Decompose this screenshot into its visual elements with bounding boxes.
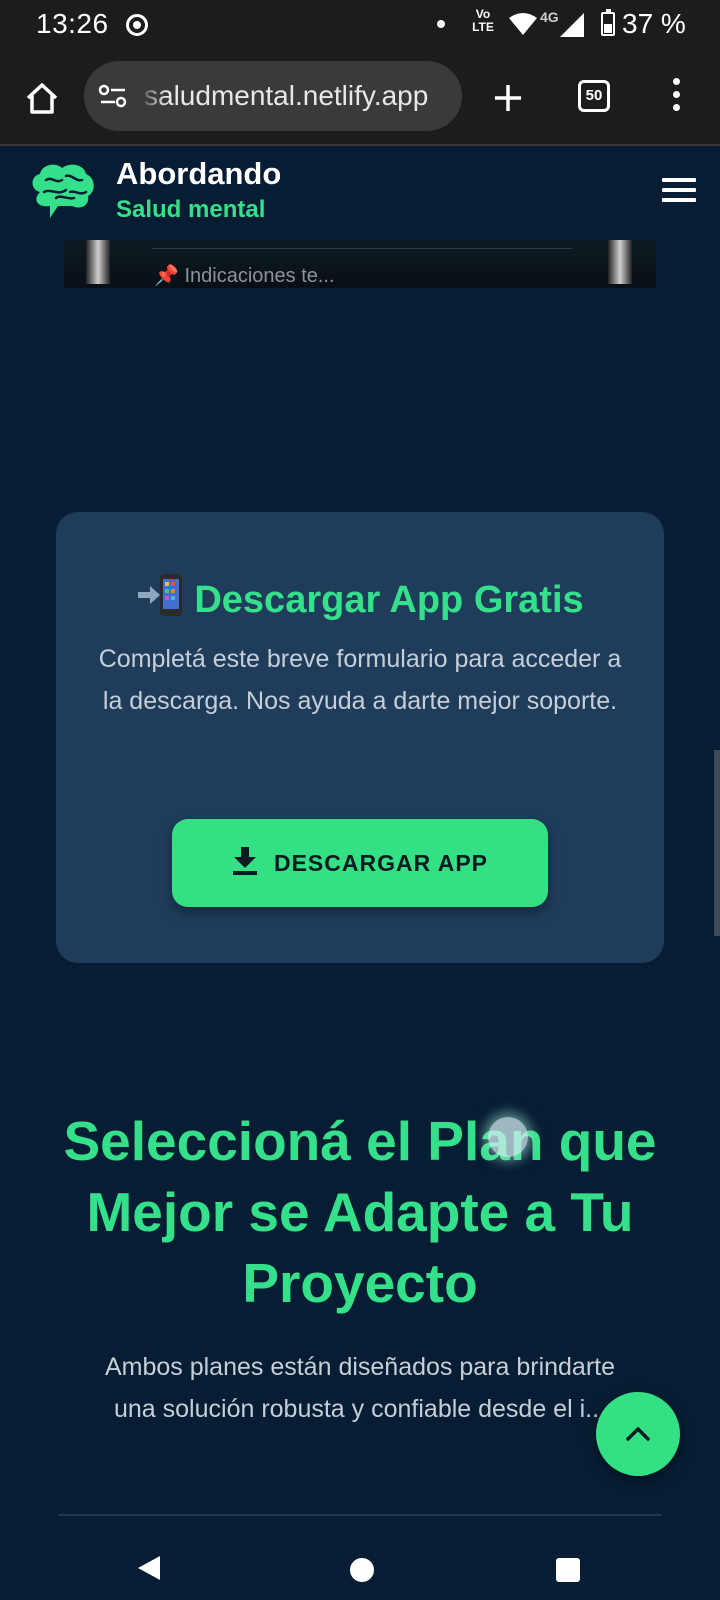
fragment-text: 📌 Indicaciones te... <box>154 265 335 287</box>
notification-dot-icon <box>437 20 445 28</box>
download-button-label: DESCARGAR APP <box>273 850 489 876</box>
browser-toolbar: saludmental.netlify.app 50 <box>0 50 720 146</box>
status-time: 13:26 <box>36 8 109 39</box>
download-icon <box>232 847 257 875</box>
recents-icon[interactable] <box>556 1558 580 1582</box>
home-icon[interactable] <box>22 78 62 118</box>
phone-arrow-icon <box>138 574 183 616</box>
signal-icon <box>560 13 584 37</box>
plans-description-line: una solución robusta y confiable desde e… <box>114 1395 606 1423</box>
plus-icon[interactable] <box>488 78 528 118</box>
download-app-button[interactable]: DESCARGAR APP <box>172 819 548 907</box>
wifi-icon <box>509 13 537 35</box>
fragment-divider <box>152 248 572 249</box>
scrollbar[interactable] <box>714 750 720 936</box>
battery-percent: 37 % <box>622 8 686 39</box>
touch-indicator <box>488 1117 528 1157</box>
brand-title[interactable]: Abordando <box>116 156 281 192</box>
url-fade <box>138 61 166 131</box>
address-bar[interactable]: saludmental.netlify.app <box>84 61 462 131</box>
brand-subtitle[interactable]: Salud mental <box>116 196 265 224</box>
content-fragment: 📌 Indicaciones te... <box>64 240 656 288</box>
site-header: Abordando Salud mental <box>0 148 720 240</box>
record-icon <box>126 14 148 36</box>
card-description: Completá este breve formulario para acce… <box>98 645 622 715</box>
nav-home-icon[interactable] <box>350 1558 374 1582</box>
plans-description: Ambos planes están diseñados para brinda… <box>40 1346 680 1430</box>
fragment-edge <box>86 240 110 284</box>
chevron-up-icon <box>626 1427 650 1441</box>
navigation-bar <box>0 1536 720 1600</box>
card-title: Descargar App Gratis <box>56 572 664 622</box>
network-type: 4G <box>540 9 559 25</box>
fragment-edge <box>608 240 632 284</box>
tabs-icon[interactable]: 50 <box>578 80 610 112</box>
url-text: saludmental.netlify.app <box>144 80 429 111</box>
plans-title: Seleccioná el Plan que Mejor se Adapte a… <box>63 1110 657 1314</box>
brain-logo-icon[interactable] <box>28 162 96 222</box>
site-settings-icon[interactable] <box>98 84 128 108</box>
section-divider <box>58 1514 662 1516</box>
download-card: Descargar App Gratis Completá este breve… <box>56 512 664 963</box>
plans-description-line: Ambos planes están diseñados para brinda… <box>104 1353 616 1381</box>
hamburger-icon[interactable] <box>662 178 696 204</box>
more-vert-icon[interactable] <box>668 78 684 118</box>
status-bar: 13:26 Vo LTE 4G 37 % <box>0 0 720 50</box>
battery-icon <box>601 9 615 36</box>
card-title-text: Descargar App Gratis <box>194 579 584 621</box>
volte-indicator: Vo LTE <box>472 7 494 34</box>
back-icon[interactable] <box>136 1554 162 1582</box>
scroll-to-top-button[interactable] <box>596 1392 680 1476</box>
